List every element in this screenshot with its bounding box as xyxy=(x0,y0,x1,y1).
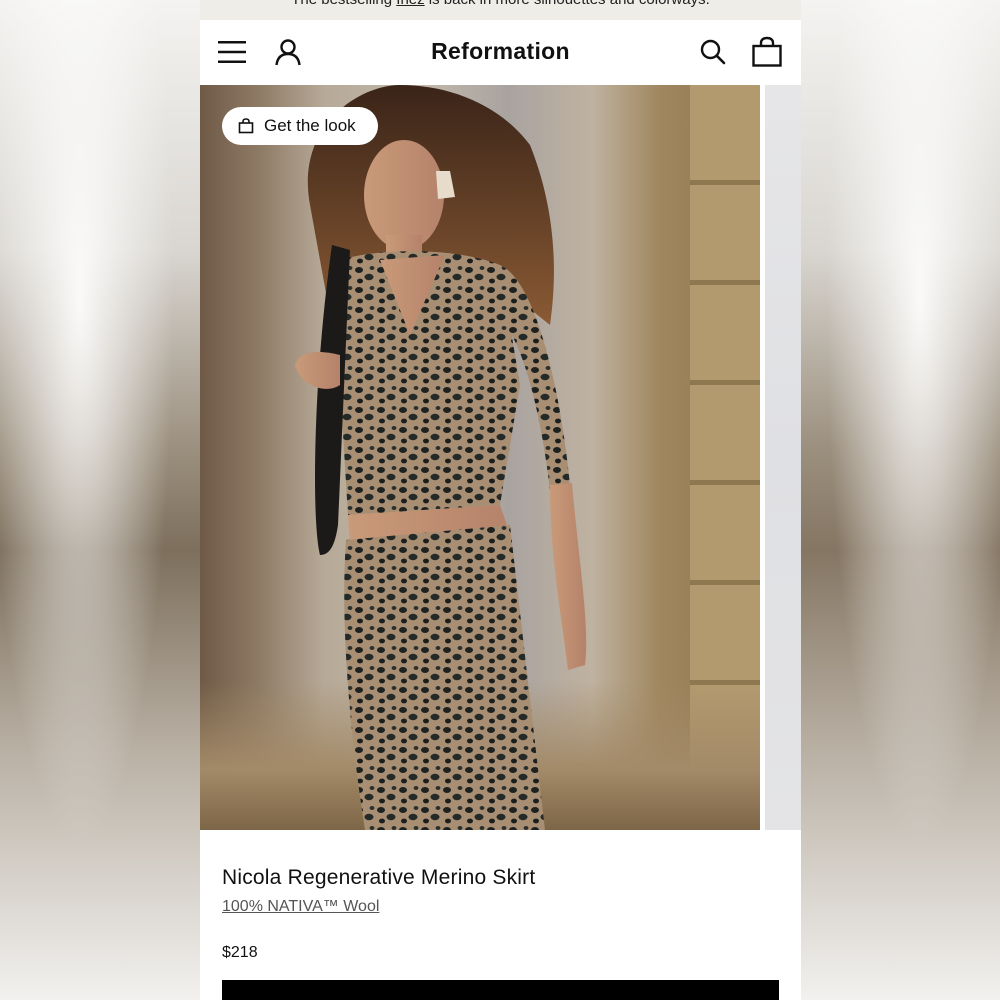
add-to-bag-button[interactable] xyxy=(222,980,779,1000)
model-figure xyxy=(295,85,587,830)
mobile-page: The bestselling Inez is back in more sil… xyxy=(200,0,801,1000)
cart-button[interactable] xyxy=(749,34,785,70)
shopping-bag-icon xyxy=(238,118,254,134)
product-image-carousel[interactable]: Get the look xyxy=(200,85,801,830)
product-info: Nicola Regenerative Merino Skirt 100% NA… xyxy=(200,830,801,1000)
promo-banner: The bestselling Inez is back in more sil… xyxy=(200,0,801,20)
product-photo[interactable] xyxy=(200,85,760,830)
blurred-backdrop-left xyxy=(0,0,200,1000)
product-price: $218 xyxy=(222,944,258,961)
product-title: Nicola Regenerative Merino Skirt xyxy=(222,866,536,889)
site-header: Reformation xyxy=(200,20,801,85)
search-icon xyxy=(700,39,726,65)
blurred-backdrop-right xyxy=(800,0,1000,1000)
promo-text: The bestselling Inez is back in more sil… xyxy=(200,0,801,9)
next-image-peek[interactable] xyxy=(765,85,801,830)
promo-link[interactable]: Inez xyxy=(396,0,424,8)
get-the-look-label: Get the look xyxy=(264,116,356,135)
shopping-bag-icon xyxy=(752,36,782,67)
get-the-look-button[interactable]: Get the look xyxy=(222,107,378,145)
product-material-link[interactable]: 100% NATIVA™ Wool xyxy=(222,898,379,916)
search-button[interactable] xyxy=(695,34,731,70)
